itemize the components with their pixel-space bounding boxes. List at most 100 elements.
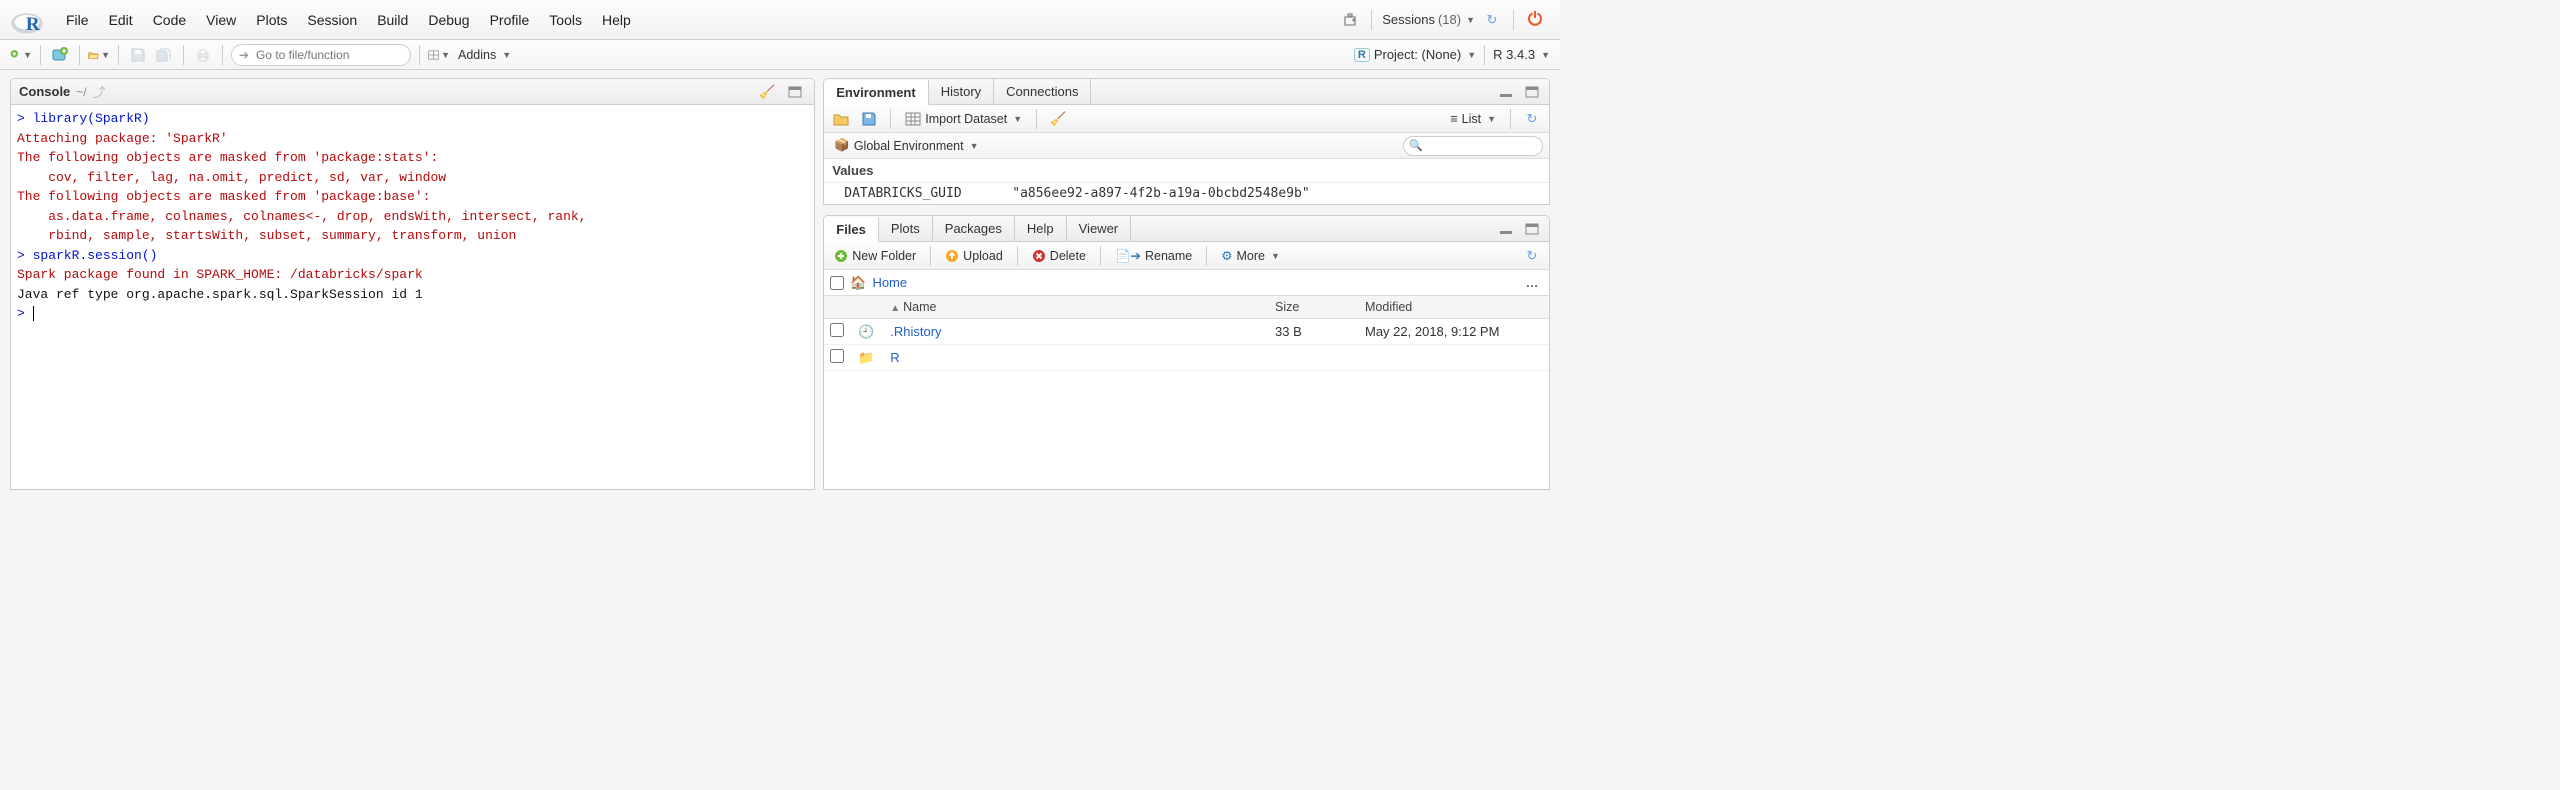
maximize-pane-icon[interactable] [1521, 218, 1543, 240]
console-line: The following objects are masked from 'p… [17, 187, 808, 207]
environment-pane: EnvironmentHistoryConnections Import Dat… [823, 78, 1550, 205]
save-all-icon[interactable] [153, 44, 175, 66]
console-working-dir: ~/ [76, 85, 86, 99]
global-toolbar: ▼ ▼ ➔ ▼ Addins▼ R Project: (None) ▼ R 3.… [0, 40, 1560, 70]
refresh-env-icon[interactable]: ↻ [1521, 108, 1543, 130]
tab-help[interactable]: Help [1015, 216, 1067, 241]
menu-profile[interactable]: Profile [480, 0, 540, 39]
env-search-wrap: 🔍 [1403, 136, 1543, 156]
console-line: rbind, sample, startsWith, subset, summa… [17, 226, 808, 246]
refresh-sessions-icon[interactable]: ↻ [1481, 9, 1503, 31]
new-file-icon[interactable]: ▼ [10, 44, 32, 66]
save-icon[interactable] [127, 44, 149, 66]
view-mode-dropdown[interactable]: ≡ List▼ [1446, 110, 1500, 128]
plus-circle-icon [834, 249, 848, 263]
console-header: Console ~/ ⤴ 🧹 [11, 79, 814, 105]
menu-tools[interactable]: Tools [539, 0, 592, 39]
console-line: Spark package found in SPARK_HOME: /data… [17, 265, 808, 285]
select-all-checkbox[interactable] [830, 276, 844, 290]
file-name[interactable]: R [890, 350, 899, 365]
print-icon[interactable] [192, 44, 214, 66]
search-icon: 🔍 [1409, 139, 1423, 152]
breadcrumb-home[interactable]: Home [872, 275, 907, 290]
leave-session-icon[interactable] [1339, 9, 1361, 31]
console-line: Java ref type org.apache.spark.sql.Spark… [17, 285, 808, 305]
save-workspace-icon[interactable] [858, 108, 880, 130]
minimize-pane-icon[interactable] [1495, 81, 1517, 103]
upload-button[interactable]: Upload [941, 247, 1007, 265]
menu-code[interactable]: Code [143, 0, 196, 39]
more-dropdown[interactable]: ⚙More▼ [1217, 246, 1284, 265]
menu-plots[interactable]: Plots [246, 0, 297, 39]
console-pane: Console ~/ ⤴ 🧹 > library(SparkR)Attachin… [10, 78, 815, 490]
tab-connections[interactable]: Connections [994, 79, 1091, 104]
project-selector[interactable]: R Project: (None) ▼ [1354, 47, 1476, 62]
files-breadcrumb: 🏠 Home … [824, 270, 1549, 296]
main-menu-bar: R FileEditCodeViewPlotsSessionBuildDebug… [0, 0, 1560, 40]
menu-help[interactable]: Help [592, 0, 641, 39]
open-file-icon[interactable]: ▼ [88, 44, 110, 66]
refresh-files-icon[interactable]: ↻ [1521, 245, 1543, 267]
menu-view[interactable]: View [196, 0, 246, 39]
files-table: ▲Name Size Modified 🕘.Rhistory33 BMay 22… [824, 296, 1549, 371]
console-tab[interactable]: Console [19, 84, 70, 99]
env-variable-row[interactable]: DATABRICKS_GUID"a856ee92-a897-4f2b-a19a-… [824, 183, 1549, 204]
upload-icon [945, 249, 959, 263]
clear-console-icon[interactable]: 🧹 [756, 81, 778, 103]
grid-icon [905, 112, 921, 126]
import-dataset-dropdown[interactable]: Import Dataset▼ [901, 110, 1026, 128]
console-line: cov, filter, lag, na.omit, predict, sd, … [17, 168, 808, 188]
load-workspace-icon[interactable] [830, 108, 852, 130]
tab-files[interactable]: Files [824, 217, 879, 242]
sessions-dropdown[interactable]: Sessions (18) ▼ [1382, 12, 1475, 27]
env-var-name: DATABRICKS_GUID [832, 186, 1012, 201]
goto-file-function-input[interactable] [231, 44, 411, 66]
goto-file-function-wrap: ➔ [231, 44, 411, 66]
addins-dropdown[interactable]: Addins▼ [454, 46, 515, 64]
new-folder-button[interactable]: New Folder [830, 247, 920, 265]
menu-file[interactable]: File [56, 0, 99, 39]
files-pane: FilesPlotsPackagesHelpViewer New Folder … [823, 215, 1550, 490]
file-name[interactable]: .Rhistory [890, 324, 941, 339]
quit-session-icon[interactable]: ⏻ [1524, 9, 1546, 31]
pane-layout-icon[interactable]: ▼ [428, 44, 450, 66]
folder-icon: 📁 [858, 350, 874, 366]
menu-session[interactable]: Session [297, 0, 367, 39]
environment-scope-dropdown[interactable]: 📦 Global Environment▼ [830, 136, 982, 155]
tab-history[interactable]: History [929, 79, 994, 104]
tab-viewer[interactable]: Viewer [1067, 216, 1132, 241]
env-search-input[interactable] [1403, 136, 1543, 156]
r-version-selector[interactable]: R 3.4.3 ▼ [1493, 47, 1550, 62]
file-row[interactable]: 📁R [824, 345, 1549, 371]
package-env-icon: 📦 [834, 138, 850, 153]
file-checkbox[interactable] [830, 349, 844, 363]
rename-button[interactable]: 📄➔Rename [1111, 246, 1196, 266]
content-area: Console ~/ ⤴ 🧹 > library(SparkR)Attachin… [0, 70, 1560, 490]
more-path-icon[interactable]: … [1521, 272, 1543, 294]
minimize-pane-icon[interactable] [1495, 218, 1517, 240]
maximize-pane-icon[interactable] [1521, 81, 1543, 103]
tab-packages[interactable]: Packages [933, 216, 1015, 241]
maximize-pane-icon[interactable] [784, 81, 806, 103]
clear-objects-icon[interactable]: 🧹 [1047, 108, 1069, 130]
menu-debug[interactable]: Debug [418, 0, 479, 39]
sessions-count: (18) [1438, 12, 1461, 27]
menu-build[interactable]: Build [367, 0, 418, 39]
console-output[interactable]: > library(SparkR)Attaching package: 'Spa… [11, 105, 814, 489]
delete-button[interactable]: Delete [1028, 247, 1090, 265]
chevron-down-icon: ▼ [1467, 50, 1476, 60]
home-icon[interactable]: 🏠 [850, 275, 866, 291]
console-line: The following objects are masked from 'p… [17, 148, 808, 168]
menu-edit[interactable]: Edit [99, 0, 143, 39]
popout-icon[interactable]: ⤴ [93, 82, 106, 101]
tab-environment[interactable]: Environment [824, 80, 928, 105]
file-row[interactable]: 🕘.Rhistory33 BMay 22, 2018, 9:12 PM [824, 319, 1549, 345]
delete-icon [1032, 249, 1046, 263]
sessions-label: Sessions [1382, 12, 1435, 27]
tab-plots[interactable]: Plots [879, 216, 933, 241]
sort-asc-icon[interactable]: ▲ [890, 303, 900, 314]
new-project-icon[interactable] [49, 44, 71, 66]
console-line: as.data.frame, colnames, colnames<-, dro… [17, 207, 808, 227]
console-line: > sparkR.session() [17, 246, 808, 266]
file-checkbox[interactable] [830, 323, 844, 337]
